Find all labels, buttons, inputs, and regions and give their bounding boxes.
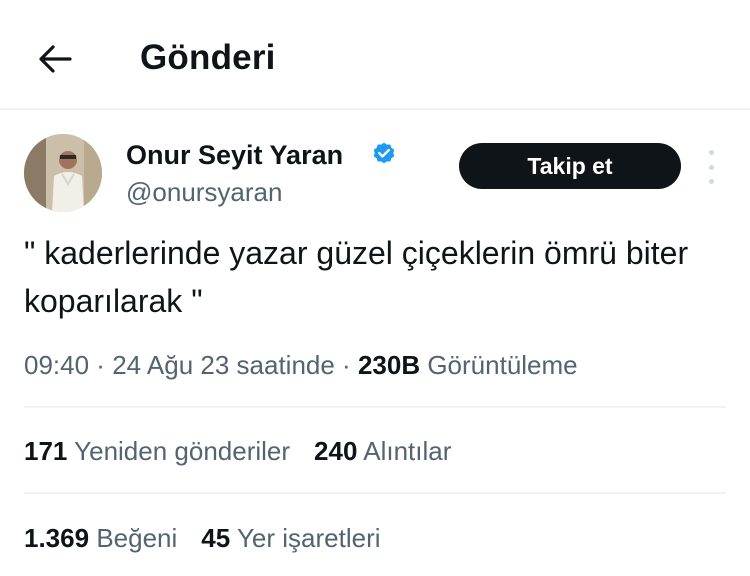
- arrow-left-icon: [39, 45, 72, 73]
- reposts-stat[interactable]: 171 Yeniden gönderiler: [24, 434, 290, 468]
- tweet-time[interactable]: 09:40: [24, 350, 89, 380]
- author-display-name[interactable]: Onur Seyit Yaran: [126, 138, 343, 172]
- separator-dot: ·: [89, 350, 113, 380]
- bookmarks-label: Yer işaretleri: [236, 523, 381, 553]
- divider: [24, 406, 726, 408]
- tweet-date[interactable]: 24 Ağu 23 saatinde: [112, 350, 335, 380]
- quotes-count: 240: [314, 436, 358, 466]
- top-bar: Gönderi: [0, 0, 750, 110]
- engagement-row-1: 171 Yeniden gönderiler 240 Alıntılar: [24, 434, 451, 468]
- bookmarks-stat[interactable]: 45 Yer işaretleri: [201, 521, 380, 555]
- divider: [24, 492, 726, 494]
- avatar[interactable]: [24, 134, 102, 212]
- separator-dot: ·: [334, 350, 358, 380]
- quotes-stat[interactable]: 240 Alıntılar: [314, 434, 451, 468]
- tweet-text: " kaderlerinde yazar güzel çiçeklerin öm…: [24, 235, 689, 319]
- more-vertical-icon-dot: [708, 164, 714, 170]
- back-button[interactable]: [30, 34, 80, 84]
- page-title: Gönderi: [140, 38, 276, 77]
- engagement-row-2: 1.369 Beğeni 45 Yer işaretleri: [24, 521, 381, 555]
- quotes-label: Alıntılar: [363, 436, 452, 466]
- likes-label: Beğeni: [96, 523, 178, 553]
- follow-button[interactable]: Takip et: [459, 143, 681, 189]
- tweet-meta: 09:40 · 24 Ağu 23 saatinde · 230B Görünt…: [24, 348, 578, 382]
- more-vertical-icon: [708, 150, 714, 155]
- verified-badge-icon: [373, 142, 395, 164]
- likes-count: 1.369: [24, 523, 90, 553]
- bookmarks-count: 45: [201, 523, 231, 553]
- views-count: 230B: [357, 350, 421, 380]
- reposts-count: 171: [24, 436, 68, 466]
- more-vertical-icon-dot: [708, 179, 714, 184]
- profile-photo: [24, 134, 102, 212]
- likes-stat[interactable]: 1.369 Beğeni: [24, 521, 177, 555]
- more-options-button[interactable]: [697, 150, 725, 184]
- reposts-label: Yeniden gönderiler: [74, 436, 291, 466]
- author-handle[interactable]: @onursyaran: [126, 176, 282, 208]
- views-label: Görüntüleme: [427, 350, 578, 380]
